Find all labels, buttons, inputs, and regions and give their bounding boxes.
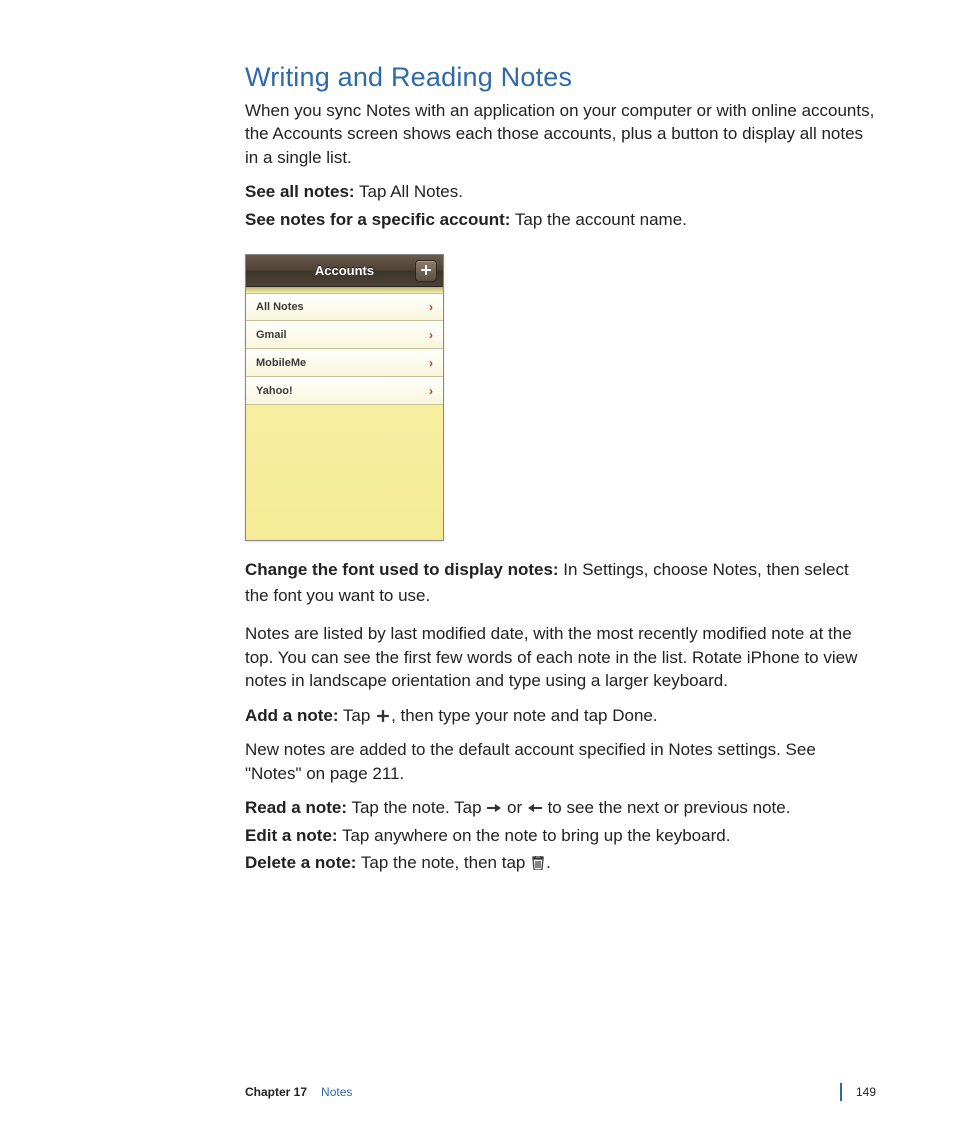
page-footer: Chapter 17 Notes 149	[245, 1083, 876, 1101]
accounts-list: All Notes › Gmail › MobileMe › Yahoo! ›	[246, 293, 443, 405]
see-all-text: Tap All Notes.	[355, 182, 463, 201]
list-item[interactable]: Gmail ›	[246, 321, 443, 349]
delete-pre: Tap the note, then tap	[356, 853, 530, 872]
page-number: 149	[856, 1085, 876, 1099]
chevron-right-icon: ›	[429, 300, 433, 314]
edit-text: Tap anywhere on the note to bring up the…	[338, 826, 731, 845]
chapter-name: Notes	[321, 1085, 352, 1099]
read-label: Read a note:	[245, 798, 347, 817]
delete-label: Delete a note:	[245, 853, 356, 872]
see-all-label: See all notes:	[245, 182, 355, 201]
chevron-right-icon: ›	[429, 356, 433, 370]
see-account-label: See notes for a specific account:	[245, 210, 510, 229]
section-heading: Writing and Reading Notes	[245, 62, 876, 93]
chevron-right-icon: ›	[429, 384, 433, 398]
row-label: Gmail	[256, 329, 287, 341]
see-account-text: Tap the account name.	[510, 210, 686, 229]
add-note-pre: Tap	[339, 706, 376, 725]
notepad-area	[246, 405, 443, 541]
list-item[interactable]: MobileMe ›	[246, 349, 443, 377]
footer-divider	[840, 1083, 842, 1101]
see-specific-account: See notes for a specific account: Tap th…	[245, 207, 876, 233]
delete-post: .	[546, 853, 551, 872]
default-account-paragraph: New notes are added to the default accou…	[245, 738, 876, 785]
navbar-title: Accounts	[315, 263, 374, 278]
listing-paragraph: Notes are listed by last modified date, …	[245, 622, 876, 692]
change-font: Change the font used to display notes: I…	[245, 557, 876, 608]
read-pre: Tap the note. Tap	[347, 798, 486, 817]
list-item[interactable]: Yahoo! ›	[246, 377, 443, 405]
delete-note: Delete a note: Tap the note, then tap .	[245, 850, 876, 876]
list-item[interactable]: All Notes ›	[246, 293, 443, 321]
add-note: Add a note: Tap , then type your note an…	[245, 703, 876, 729]
change-font-label: Change the font used to display notes:	[245, 560, 559, 579]
read-mid: or	[502, 798, 527, 817]
read-note: Read a note: Tap the note. Tap or to see…	[245, 795, 876, 821]
arrow-left-icon	[528, 801, 542, 815]
add-note-post: , then type your note and tap Done.	[391, 706, 658, 725]
plus-icon	[376, 709, 390, 723]
read-post: to see the next or previous note.	[543, 798, 791, 817]
plus-icon	[421, 262, 431, 280]
chapter-label: Chapter 17	[245, 1085, 307, 1099]
intro-paragraph: When you sync Notes with an application …	[245, 99, 876, 169]
row-label: MobileMe	[256, 357, 306, 369]
row-label: Yahoo!	[256, 385, 293, 397]
trash-icon	[531, 856, 545, 870]
accounts-screenshot: Accounts All Notes › Gmail › MobileMe › Yah…	[245, 254, 444, 541]
chevron-right-icon: ›	[429, 328, 433, 342]
row-label: All Notes	[256, 301, 304, 313]
arrow-right-icon	[487, 801, 501, 815]
navbar: Accounts	[246, 255, 443, 287]
edit-note: Edit a note: Tap anywhere on the note to…	[245, 823, 876, 849]
edit-label: Edit a note:	[245, 826, 338, 845]
add-note-label: Add a note:	[245, 706, 339, 725]
see-all-notes: See all notes: Tap All Notes.	[245, 179, 876, 205]
add-note-button[interactable]	[415, 260, 437, 282]
